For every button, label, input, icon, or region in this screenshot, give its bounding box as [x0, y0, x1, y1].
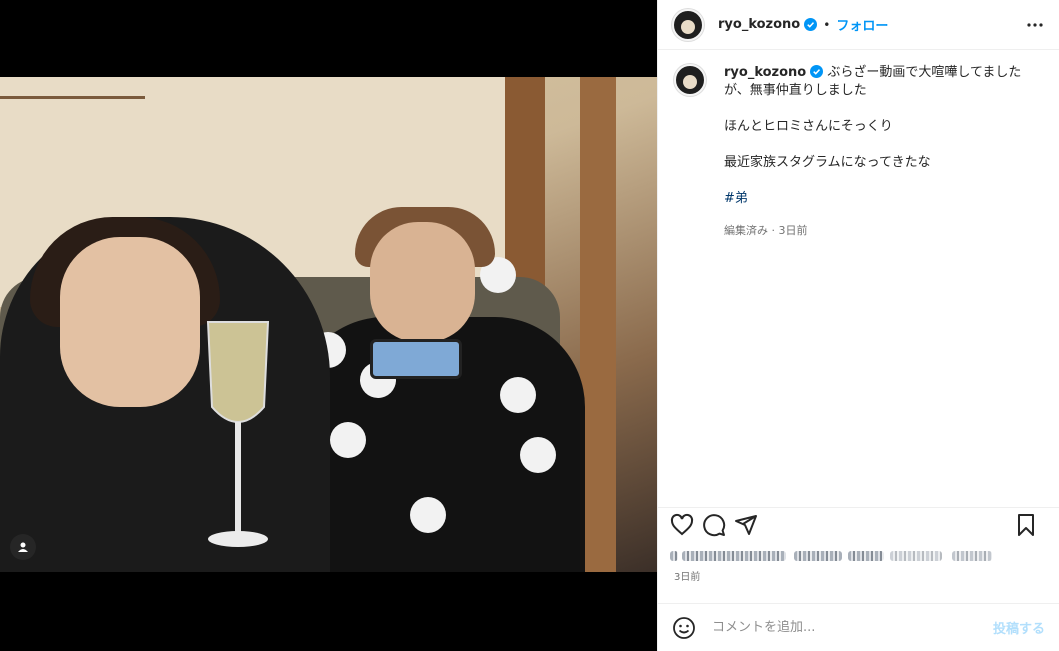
more-options-icon[interactable] — [1025, 15, 1045, 35]
post-date: 3日前 — [674, 572, 701, 583]
verified-badge-icon — [804, 18, 818, 31]
action-bar: 3日前 — [658, 507, 1059, 583]
caption-avatar[interactable] — [674, 64, 706, 96]
user-icon — [18, 542, 28, 552]
phone-in-photo — [370, 339, 462, 379]
bookmark-icon[interactable] — [1015, 510, 1047, 540]
caption: ryo_kozono ぶらざー動画で大喧嘩してましたが、無事仲直りしました ほん… — [658, 50, 1059, 240]
verified-badge-icon — [810, 65, 824, 78]
follow-button[interactable]: フォロー — [836, 15, 888, 34]
wine-glass — [206, 321, 270, 547]
caption-username[interactable]: ryo_kozono — [724, 65, 806, 80]
comment-bar: 投稿する — [658, 603, 1059, 651]
heart-icon[interactable] — [670, 510, 702, 540]
hashtag-link[interactable]: #弟 — [724, 190, 1024, 208]
post-comment-button[interactable]: 投稿する — [993, 618, 1045, 637]
tagged-users-button[interactable] — [10, 534, 36, 560]
caption-text-line-2: ほんとヒロミさんにそっくり — [724, 119, 893, 134]
media-pane — [0, 0, 657, 651]
caption-text-line-3: 最近家族スタグラムになってきたな — [724, 155, 931, 170]
instagram-post-modal: ryo_kozono • フォロー ryo_kozono ぶらざー動画で大喧嘩し… — [0, 0, 1059, 651]
caption-body: ryo_kozono ぶらざー動画で大喧嘩してましたが、無事仲直りしました ほん… — [724, 64, 1024, 240]
comment-icon[interactable] — [702, 510, 734, 540]
header-username[interactable]: ryo_kozono — [718, 17, 800, 32]
caption-meta: 編集済み · 3日前 — [724, 224, 808, 237]
comment-input[interactable] — [712, 620, 972, 635]
share-icon[interactable] — [734, 510, 766, 540]
avatar[interactable] — [672, 8, 704, 41]
emoji-icon[interactable] — [672, 616, 696, 640]
likes-summary[interactable] — [670, 546, 1047, 566]
separator-dot: • — [823, 17, 831, 32]
post-header: ryo_kozono • フォロー — [658, 0, 1059, 50]
post-photo[interactable] — [0, 77, 657, 572]
post-side-panel: ryo_kozono • フォロー ryo_kozono ぶらざー動画で大喧嘩し… — [657, 0, 1059, 651]
